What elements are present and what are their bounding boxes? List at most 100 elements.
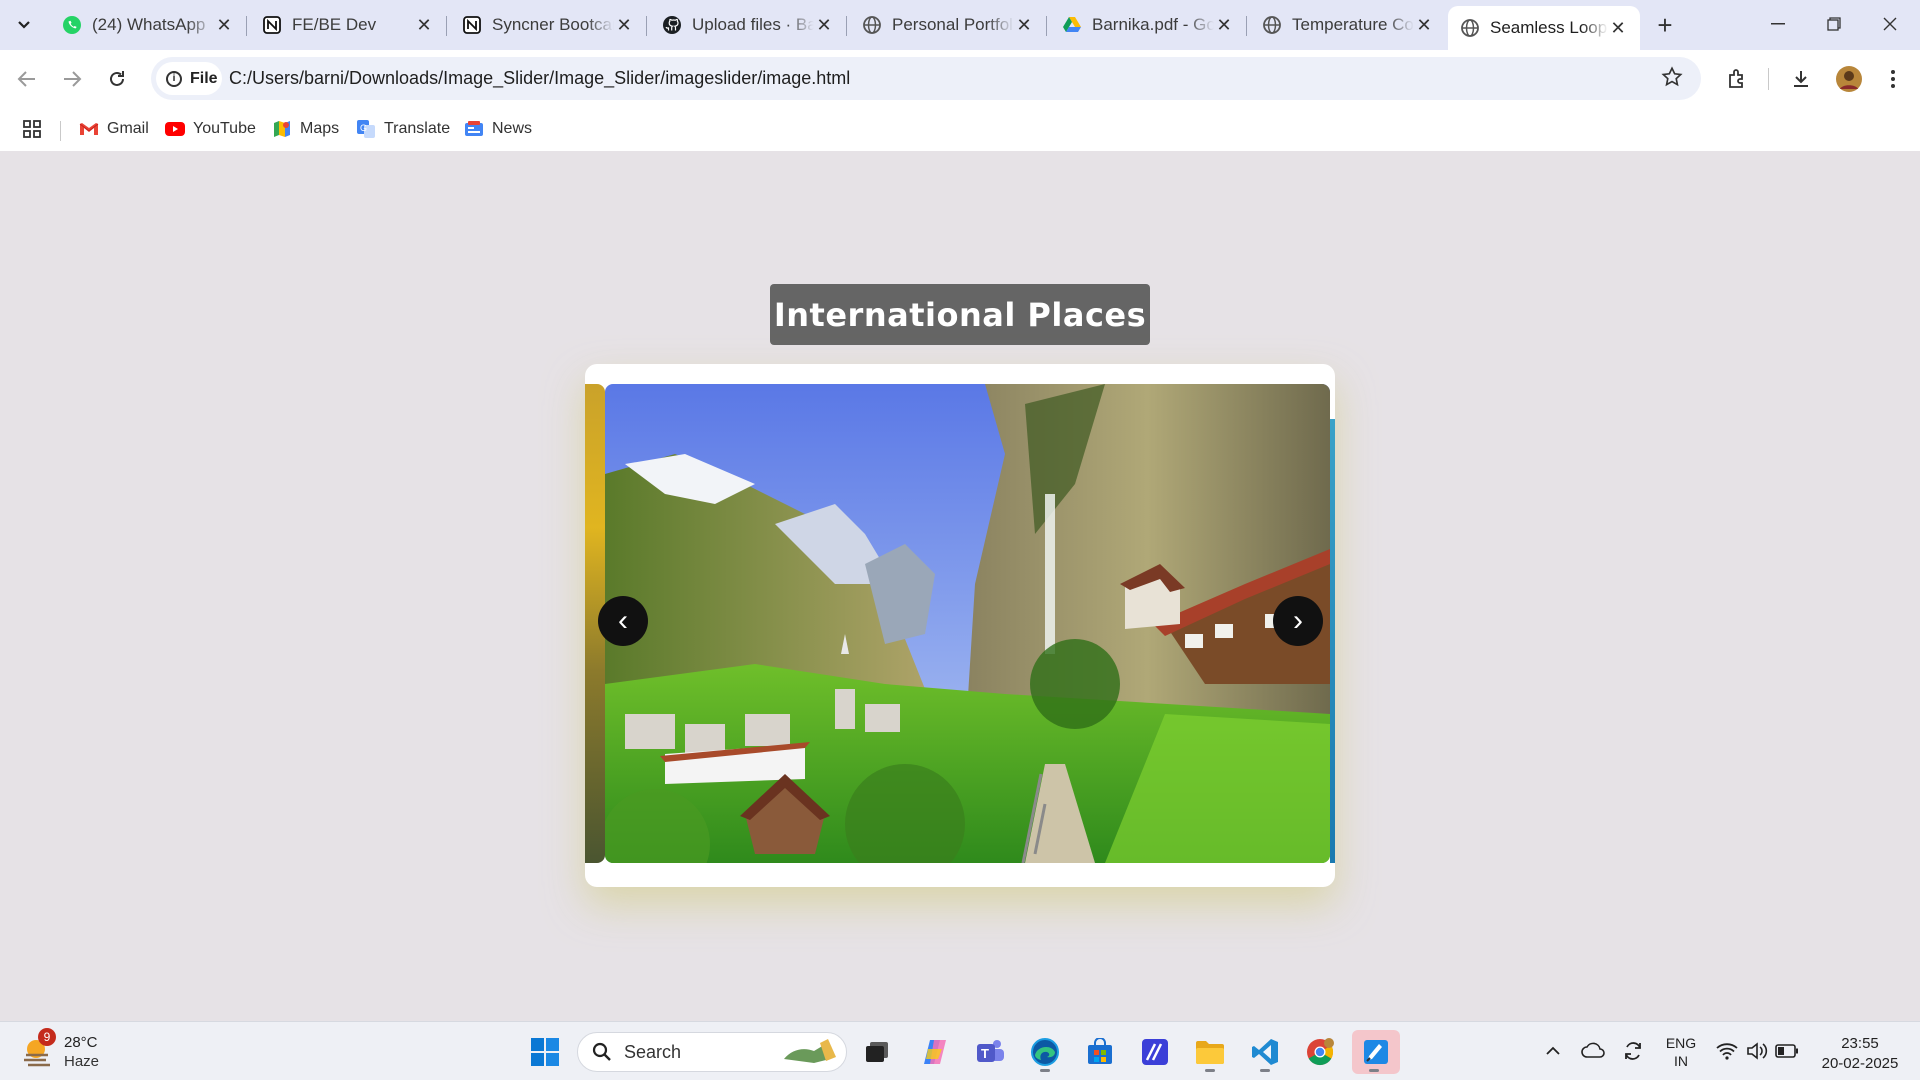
bookmark-label: News (492, 120, 533, 137)
page-content: International Places ‹ › (0, 151, 1920, 1021)
file-explorer-button[interactable] (1188, 1030, 1232, 1074)
bookmark-label: Translate (384, 120, 451, 137)
translate-icon: G (356, 119, 376, 139)
start-button[interactable] (523, 1030, 567, 1074)
page-heading: International Places (770, 284, 1150, 345)
edge-button[interactable] (1023, 1030, 1067, 1074)
arrow-left-icon (17, 71, 35, 87)
close-icon[interactable]: ✕ (1414, 15, 1434, 35)
chrome-icon (1307, 1038, 1334, 1066)
apps-icon[interactable] (22, 115, 42, 143)
tab-fe-be-dev[interactable]: FE/BE Dev ✕ (250, 6, 447, 44)
battery-icon[interactable] (1772, 1036, 1802, 1066)
bookmark-star-icon[interactable] (1661, 66, 1683, 94)
notes-app-button[interactable] (1133, 1030, 1177, 1074)
paint-app-button[interactable] (1352, 1030, 1400, 1074)
show-hidden-icons-button[interactable] (1541, 1036, 1565, 1066)
bookmark-gmail[interactable]: Gmail (79, 115, 149, 143)
new-tab-button[interactable]: + (1650, 10, 1680, 40)
bookmark-maps[interactable]: Maps (272, 115, 339, 143)
toolbar: i File C:/Users/barni/Downloads/Image_Sl… (0, 50, 1920, 107)
tab-whatsapp[interactable]: (24) WhatsApp ✕ (50, 6, 247, 44)
reload-button[interactable] (102, 64, 132, 94)
globe-icon (1262, 15, 1282, 35)
volume-icon[interactable] (1742, 1036, 1772, 1066)
bookmark-translate[interactable]: G Translate (356, 115, 450, 143)
whatsapp-icon (62, 15, 82, 35)
clock-date: 20-02-2025 (1821, 1055, 1899, 1072)
teams-icon: T (977, 1040, 1004, 1062)
close-icon[interactable]: ✕ (414, 15, 434, 35)
tab-seamless-looping[interactable]: Seamless Looping ✕ (1448, 6, 1640, 50)
minimize-button[interactable] (1750, 0, 1806, 48)
prev-slide-button[interactable]: ‹ (598, 596, 648, 646)
search-icon (592, 1042, 611, 1061)
language-indicator[interactable]: ENG IN (1663, 1034, 1699, 1070)
next-slide-peek (1330, 419, 1335, 863)
forward-button[interactable] (57, 64, 87, 94)
vscode-button[interactable] (1243, 1030, 1287, 1074)
task-view-button[interactable] (855, 1030, 899, 1074)
weather-badge: 9 (38, 1028, 56, 1046)
bookmark-news[interactable]: News (464, 115, 532, 143)
clock-time: 23:55 (1841, 1035, 1879, 1052)
menu-icon[interactable] (1878, 64, 1908, 94)
close-icon[interactable]: ✕ (1608, 18, 1628, 38)
wifi-icon[interactable] (1712, 1036, 1742, 1066)
copilot-button[interactable] (913, 1030, 957, 1074)
sync-icon[interactable] (1618, 1036, 1648, 1066)
bookmark-youtube[interactable]: YouTube (165, 115, 256, 143)
weather-widget[interactable]: 9 28°C Haze (20, 1028, 140, 1074)
bookmark-label: YouTube (193, 120, 256, 137)
store-button[interactable] (1078, 1030, 1122, 1074)
tab-strip: (24) WhatsApp ✕ FE/BE Dev ✕ Syncner Boot… (0, 0, 1920, 50)
teams-button[interactable]: T (968, 1030, 1012, 1074)
notion-icon (262, 15, 282, 35)
info-icon: i (166, 70, 182, 87)
close-icon[interactable]: ✕ (814, 15, 834, 35)
chrome-button[interactable] (1298, 1030, 1342, 1074)
gmail-icon (79, 119, 99, 139)
tab-google-drive[interactable]: Barnika.pdf - Google Drive ✕ (1050, 6, 1247, 44)
profile-avatar[interactable] (1834, 64, 1864, 94)
tab-title: FE/BE Dev (292, 15, 377, 34)
toolbar-divider (1768, 68, 1769, 90)
bookmark-label: Gmail (107, 120, 149, 137)
tab-github-upload[interactable]: Upload files · Barnika ✕ (650, 6, 847, 44)
temperature: 28°C (64, 1034, 98, 1051)
close-icon[interactable]: ✕ (1014, 15, 1034, 35)
tab-personal-portfolio[interactable]: Personal Portfolio ✕ (850, 6, 1047, 44)
url-text[interactable]: C:/Users/barni/Downloads/Image_Slider/Im… (229, 68, 850, 89)
back-button[interactable] (12, 64, 42, 94)
download-icon[interactable] (1786, 64, 1816, 94)
extensions-icon[interactable] (1722, 64, 1752, 94)
reload-icon (110, 71, 124, 86)
clock[interactable]: 23:55 20-02-2025 (1815, 1034, 1905, 1074)
folder-icon (1196, 1041, 1224, 1064)
close-icon[interactable]: ✕ (1214, 15, 1234, 35)
tab-title: Barnika.pdf - Google Drive (1092, 15, 1214, 34)
close-icon[interactable]: ✕ (614, 15, 634, 35)
close-icon (1883, 17, 1897, 31)
notes-app-icon (1142, 1039, 1168, 1065)
close-window-button[interactable] (1862, 0, 1918, 48)
news-icon (464, 119, 484, 139)
svg-text:G: G (360, 123, 367, 133)
tab-temperature-converter[interactable]: Temperature Converter ✕ (1250, 6, 1446, 44)
site-info-chip[interactable]: i File (156, 62, 222, 95)
next-slide-button[interactable]: › (1273, 596, 1323, 646)
taskbar-search[interactable]: Search (577, 1032, 847, 1072)
restore-icon (1827, 17, 1841, 31)
chevron-up-icon (1546, 1046, 1560, 1055)
close-icon[interactable]: ✕ (214, 15, 234, 35)
address-bar[interactable]: i File C:/Users/barni/Downloads/Image_Sl… (151, 57, 1701, 100)
minimize-icon (1771, 23, 1785, 25)
language-bottom: IN (1674, 1053, 1688, 1069)
github-icon (662, 15, 682, 35)
tab-search-button[interactable] (9, 11, 39, 39)
onedrive-icon[interactable] (1578, 1036, 1608, 1066)
task-view-icon (866, 1042, 888, 1062)
restore-button[interactable] (1806, 0, 1862, 48)
maps-icon (272, 119, 292, 139)
tab-syncner[interactable]: Syncner Bootcamp ✕ (450, 6, 647, 44)
